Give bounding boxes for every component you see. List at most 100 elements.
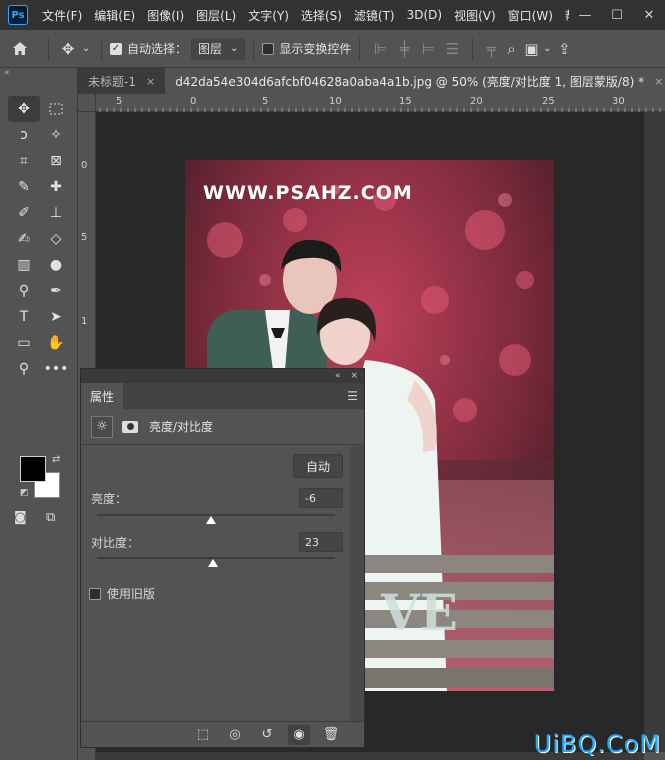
foreground-color-swatch[interactable] — [20, 456, 46, 482]
share-icon[interactable]: ⇪ — [553, 40, 575, 58]
history-brush-tool-icon[interactable]: ✍ — [8, 226, 40, 252]
align-right-icon[interactable]: ⊨ — [416, 40, 440, 58]
panel-menu-icon[interactable]: ☰ — [347, 389, 358, 403]
photoshop-logo: Ps — [8, 5, 28, 25]
marquee-tool-icon[interactable] — [40, 96, 72, 122]
separator — [359, 37, 361, 60]
panel-tab-row: 属性 ☰ — [81, 383, 364, 409]
menu-type[interactable]: 文字(Y) — [242, 7, 295, 24]
mask-dot — [126, 423, 134, 430]
align-center-icon[interactable]: ╪ — [392, 40, 416, 58]
auto-select-checkbox[interactable]: ✓ — [110, 42, 122, 55]
layer-mask-icon[interactable] — [119, 416, 141, 438]
eraser-tool-icon[interactable]: ◇ — [40, 226, 72, 252]
collapse-tools-icon[interactable]: « — [4, 68, 10, 78]
path-selection-tool-icon[interactable]: ➤ — [40, 304, 72, 330]
blur-tool-icon[interactable]: ● — [40, 252, 72, 278]
contrast-slider-thumb[interactable] — [207, 559, 218, 567]
distribute-icon[interactable]: ☰ — [440, 40, 464, 58]
move-tool-icon[interactable]: ✥ — [8, 96, 40, 122]
clip-to-layer-icon[interactable]: ⬚ — [192, 725, 214, 745]
brightness-label: 亮度： — [91, 492, 128, 506]
brightness-input[interactable]: -6 — [299, 488, 343, 508]
toggle-visibility-eye-icon[interactable]: ◉ — [288, 724, 310, 745]
maximize-button[interactable]: ☐ — [601, 0, 633, 30]
delete-trash-icon[interactable]: 🗑 — [320, 725, 342, 745]
screen-mode-icon[interactable]: ⧉ — [46, 510, 55, 525]
more-tools-icon[interactable]: ••• — [40, 356, 72, 382]
reset-icon[interactable]: ↺ — [256, 725, 278, 745]
chevron-down-icon[interactable]: ⌄ — [541, 43, 553, 54]
auto-button[interactable]: 自动 — [293, 454, 343, 478]
tab-untitled[interactable]: 未标题-1 × — [78, 68, 165, 94]
chevron-down-icon[interactable]: ⌄ — [79, 43, 93, 54]
collapse-panel-icon[interactable]: « — [335, 371, 341, 381]
auto-select-dropdown[interactable]: 图层 ⌄ — [191, 37, 246, 60]
panel-top-bar: « × — [81, 369, 364, 383]
menu-view[interactable]: 视图(V) — [448, 7, 502, 24]
tab-properties[interactable]: 属性 — [81, 383, 124, 409]
swap-colors-icon[interactable]: ⇄ — [52, 454, 60, 465]
menu-file[interactable]: 文件(F) — [36, 7, 88, 24]
menu-edit[interactable]: 编辑(E) — [88, 7, 141, 24]
separator — [101, 37, 102, 60]
legacy-checkbox[interactable] — [89, 587, 101, 600]
menu-window[interactable]: 窗口(W) — [502, 7, 559, 24]
menu-image[interactable]: 图像(I) — [141, 7, 190, 24]
vertical-scrollbar[interactable] — [644, 112, 665, 752]
close-icon[interactable]: × — [146, 75, 155, 88]
menu-bar: Ps 文件(F) 编辑(E) 图像(I) 图层(L) 文字(Y) 选择(S) 滤… — [0, 0, 665, 30]
brightness-contrast-icon[interactable]: ☼ — [91, 415, 113, 438]
mask-shape — [122, 420, 138, 433]
legacy-option[interactable]: 使用旧版 — [89, 585, 155, 602]
search-icon[interactable]: ⌕ — [501, 40, 521, 58]
home-icon[interactable] — [0, 41, 40, 56]
tool-grid: ✥ ↄ ✧ ⌗ ⊠ ✎ ✚ ✐ ⊥ ✍ ◇ ▥ ● ⚲ ✒ T ➤ ▭ ✋ ⚲ … — [8, 96, 72, 382]
move-tool-icon[interactable]: ✥ — [57, 40, 79, 58]
adjustment-header: ☼ 亮度/对比度 — [81, 409, 364, 445]
close-panel-icon[interactable]: × — [350, 371, 358, 381]
show-transform-checkbox[interactable] — [262, 42, 275, 55]
stamp-tool-icon[interactable]: ⊥ — [40, 200, 72, 226]
rectangle-tool-icon[interactable]: ▭ — [8, 330, 40, 356]
eyedropper-tool-icon[interactable]: ✎ — [8, 174, 40, 200]
close-window-button[interactable]: ✕ — [633, 0, 665, 30]
menu-layer[interactable]: 图层(L) — [190, 7, 242, 24]
align-top-icon[interactable]: ╤ — [481, 40, 501, 58]
menu-select[interactable]: 选择(S) — [295, 7, 348, 24]
tab-active-document[interactable]: d42da54e304d6afcbf04628a0aba4a1b.jpg @ 5… — [165, 68, 665, 94]
panel-scrollbar[interactable] — [350, 446, 364, 721]
show-transform-label: 显示变换控件 — [279, 42, 352, 56]
view-previous-state-icon[interactable]: ◎ — [224, 725, 246, 745]
dodge-tool-icon[interactable]: ⚲ — [8, 278, 40, 304]
zoom-tool-icon[interactable]: ⚲ — [8, 356, 40, 382]
pen-tool-icon[interactable]: ✒ — [40, 278, 72, 304]
magic-wand-tool-icon[interactable]: ✧ — [40, 122, 72, 148]
quick-mask-icon[interactable]: ◙ — [14, 510, 27, 525]
frame-tool-icon[interactable]: ⊠ — [40, 148, 72, 174]
healing-brush-tool-icon[interactable]: ✚ — [40, 174, 72, 200]
brush-tool-icon[interactable]: ✐ — [8, 200, 40, 226]
ruler-label: 5 — [81, 232, 88, 243]
separator — [48, 37, 49, 60]
contrast-input[interactable]: 23 — [299, 532, 343, 552]
brightness-slider-thumb[interactable] — [206, 516, 217, 524]
separator — [253, 37, 255, 60]
lasso-tool-icon[interactable]: ↄ — [8, 122, 40, 148]
hand-tool-icon[interactable]: ✋ — [40, 330, 72, 356]
tab-label: 未标题-1 — [88, 74, 136, 89]
photo-watermark-text: WWW.PSAHZ.COM — [203, 182, 413, 204]
auto-select-label: 自动选择： — [127, 42, 188, 56]
legacy-label: 使用旧版 — [107, 587, 156, 601]
minimize-button[interactable]: — — [569, 0, 601, 30]
options-bar: ✥ ⌄ ✓ 自动选择： 图层 ⌄ 显示变换控件 ⊫ ╪ ⊨ ☰ ╤ ⌕ ▣ ⌄ … — [0, 30, 665, 68]
type-tool-icon[interactable]: T — [8, 304, 40, 330]
menu-filter[interactable]: 滤镜(T) — [348, 7, 401, 24]
close-icon[interactable]: × — [654, 75, 663, 88]
align-left-icon[interactable]: ⊫ — [368, 40, 392, 58]
gradient-tool-icon[interactable]: ▥ — [8, 252, 40, 278]
crop-tool-icon[interactable]: ⌗ — [8, 148, 40, 174]
menu-3d[interactable]: 3D(D) — [401, 8, 448, 22]
default-colors-icon[interactable]: ◩ — [20, 488, 29, 498]
workspace-icon[interactable]: ▣ — [521, 40, 541, 58]
